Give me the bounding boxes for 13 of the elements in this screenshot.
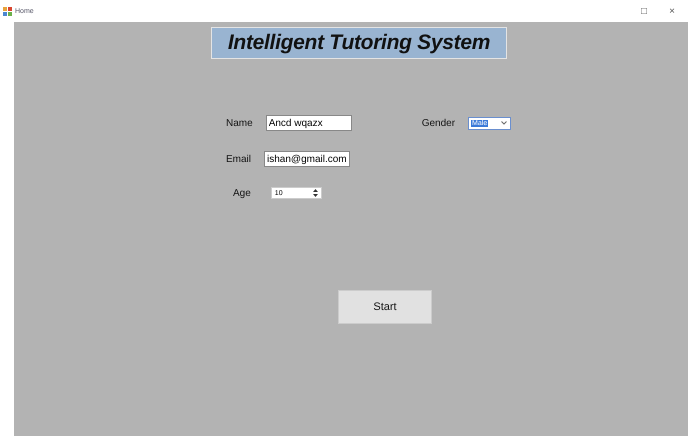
field-label: Gender bbox=[422, 118, 456, 128]
window-control[interactable]: □ bbox=[632, 1, 656, 21]
spin-arrows-icon bbox=[312, 189, 318, 197]
window-control[interactable]: × bbox=[660, 1, 684, 21]
field-label: Name bbox=[226, 118, 253, 128]
caret-icon bbox=[501, 121, 508, 125]
banner: Intelligent Tutoring System bbox=[211, 27, 507, 59]
start-button[interactable]: Start bbox=[338, 290, 432, 324]
name-field[interactable]: Ancd wqazx bbox=[266, 115, 352, 131]
field-label: Email bbox=[226, 154, 252, 164]
app-icon bbox=[3, 6, 12, 16]
email-field[interactable]: ishan@gmail.com bbox=[264, 151, 350, 167]
field-label: Age bbox=[233, 188, 251, 198]
